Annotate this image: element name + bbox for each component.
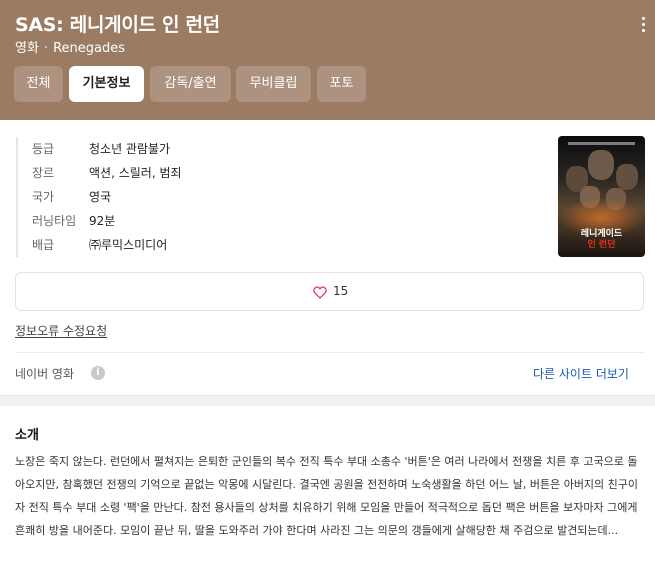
info-label: 국가 bbox=[32, 190, 55, 204]
info-row-country: 국가 영국 bbox=[32, 185, 236, 209]
like-count: 15 bbox=[333, 284, 349, 298]
poster-tagline bbox=[568, 142, 635, 145]
movie-title: SAS: 레니게이드 인 런던 bbox=[15, 14, 220, 36]
info-row-distributor: 배급 ㈜루믹스미디어 bbox=[32, 233, 236, 257]
movie-category: 영화 bbox=[15, 41, 39, 56]
info-label: 배급 bbox=[32, 238, 55, 252]
info-label: 등급 bbox=[32, 142, 55, 156]
tab-director-cast[interactable]: 감독/출연 bbox=[150, 66, 231, 102]
info-row-runtime: 러닝타임 92분 bbox=[32, 209, 236, 233]
synopsis-text: 노장은 죽지 않는다. 런던에서 펼쳐지는 은퇴한 군인들의 복수 전직 특수 … bbox=[15, 455, 639, 537]
info-value: 92분 bbox=[89, 214, 116, 228]
info-value: 청소년 관람불가 bbox=[89, 142, 171, 156]
poster-title: 레니게이드 bbox=[580, 229, 623, 239]
basic-info-list: 등급 청소년 관람불가 장르 액션, 스릴러, 범죄 국가 영국 러닝타임 92… bbox=[16, 137, 236, 257]
poster-subtitle: 인 런던 bbox=[587, 240, 616, 250]
movie-poster[interactable]: 레니게이드 인 런던 bbox=[558, 136, 645, 257]
divider bbox=[15, 352, 644, 353]
tab-basic-info[interactable]: 기본정보 bbox=[69, 66, 144, 102]
heart-outline-icon bbox=[313, 286, 327, 299]
source-label: 네이버 영화 bbox=[15, 367, 75, 381]
info-value: ㈜루믹스미디어 bbox=[89, 238, 168, 252]
separator-dot: · bbox=[43, 41, 49, 56]
movie-header: SAS: 레니게이드 인 런던 영화 · Renegades 전체 기본정보 감독/… bbox=[0, 0, 655, 120]
tab-photos[interactable]: 포토 bbox=[317, 66, 366, 102]
like-button[interactable]: 15 bbox=[15, 272, 644, 311]
tab-all[interactable]: 전체 bbox=[14, 66, 63, 102]
tab-movie-clips[interactable]: 무비클립 bbox=[236, 66, 311, 102]
info-value: 액션, 스릴러, 범죄 bbox=[89, 166, 182, 180]
synopsis-heading: 소개 bbox=[15, 428, 39, 443]
poster-face bbox=[588, 150, 614, 180]
more-sites-link[interactable]: 다른 사이트 더보기 bbox=[533, 365, 629, 382]
info-row-rating: 등급 청소년 관람불가 bbox=[32, 137, 236, 161]
info-value: 영국 bbox=[89, 190, 112, 204]
original-title: Renegades bbox=[53, 41, 125, 56]
section-separator bbox=[0, 395, 655, 406]
info-icon[interactable]: i bbox=[91, 366, 105, 380]
info-label: 장르 bbox=[32, 166, 55, 180]
movie-subtitle: 영화 · Renegades bbox=[15, 37, 125, 56]
more-options-icon[interactable] bbox=[636, 14, 650, 34]
report-error-link[interactable]: 정보오류 수정요청 bbox=[15, 322, 107, 339]
info-row-genre: 장르 액션, 스릴러, 범죄 bbox=[32, 161, 236, 185]
poster-face bbox=[616, 164, 638, 190]
info-label: 러닝타임 bbox=[32, 214, 77, 228]
